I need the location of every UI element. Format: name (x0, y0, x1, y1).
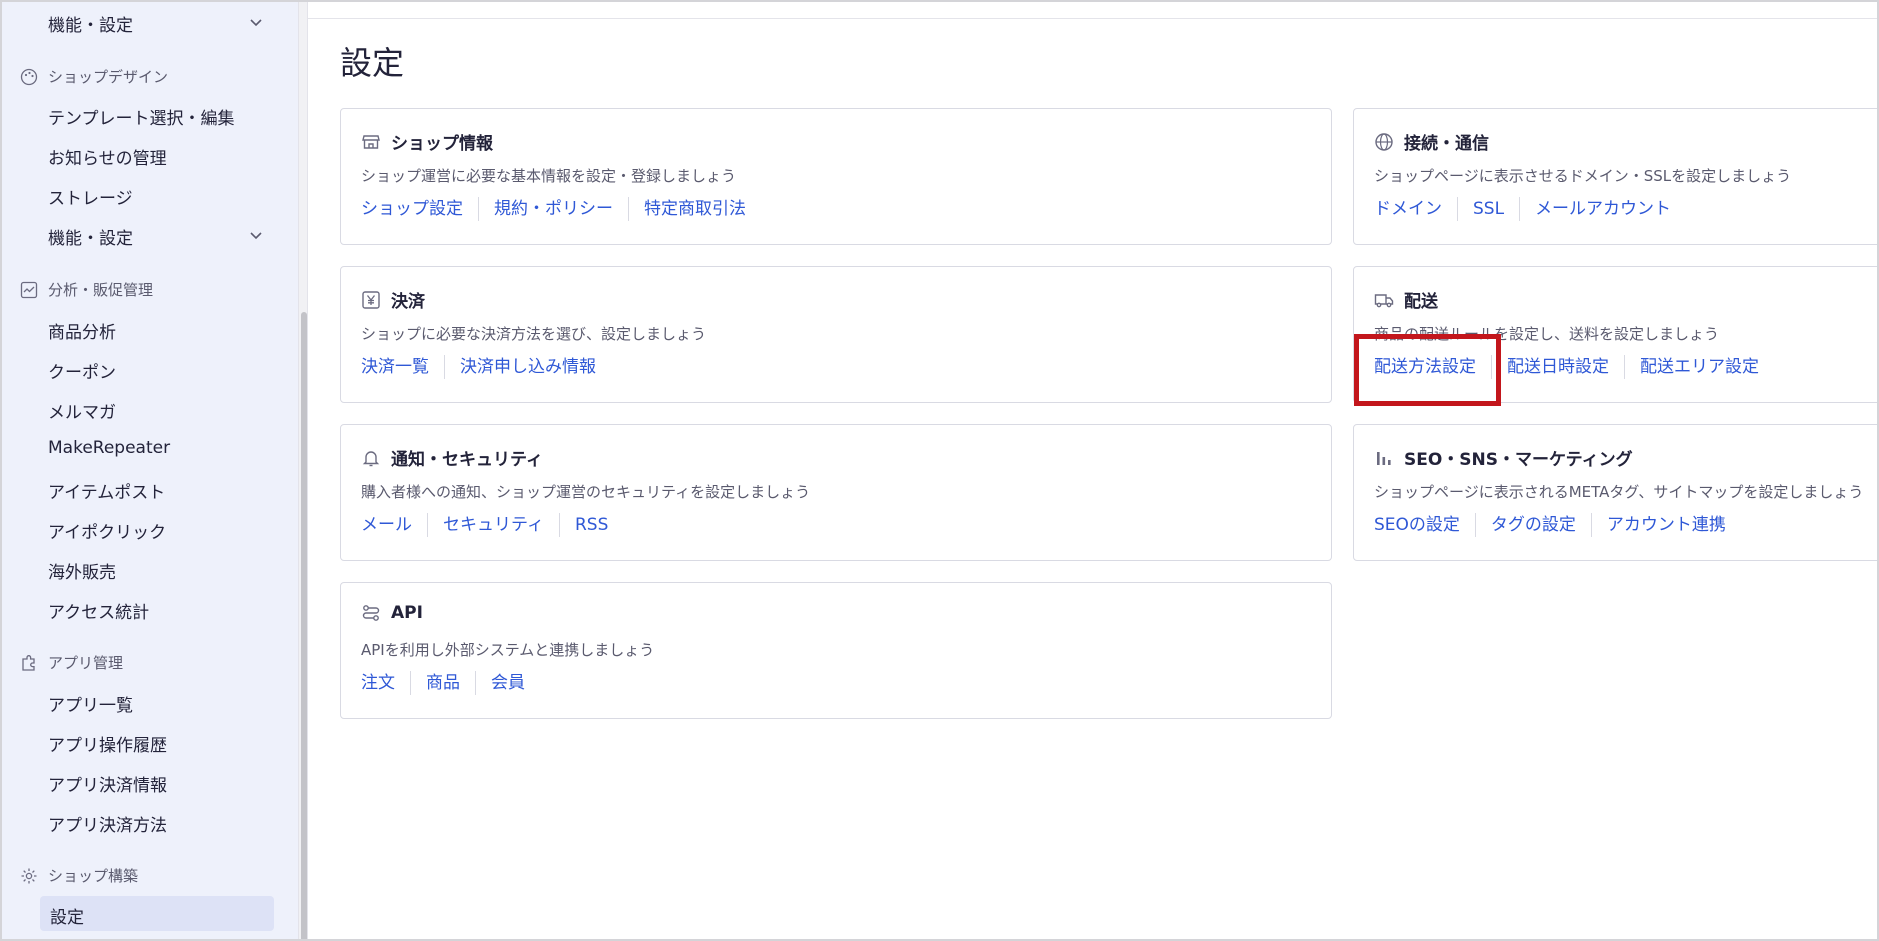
link-ssl[interactable]: SSL (1457, 197, 1519, 221)
card-title: 配送 (1374, 287, 1438, 312)
card-description: ショップ運営に必要な基本情報を設定・登録しましょう (361, 167, 737, 185)
palette-icon (20, 68, 38, 85)
yen-icon (362, 290, 380, 309)
sidebar-item-notices[interactable]: お知らせの管理 (48, 144, 167, 169)
sidebar-item-features-top[interactable]: 機能・設定 (48, 11, 264, 36)
sidebar-item-app-payment-info[interactable]: アプリ決済情報 (48, 771, 167, 796)
link-rss[interactable]: RSS (558, 513, 623, 537)
card-title: API (361, 603, 423, 623)
sidebar-item-coupon[interactable]: クーポン (48, 358, 116, 383)
sidebar-item-itempost[interactable]: アイテムポスト (48, 478, 165, 503)
link-seo-settings[interactable]: SEOの設定 (1374, 513, 1475, 537)
truck-icon (1374, 293, 1394, 307)
sidebar-section-analytics: 分析・販促管理 (20, 279, 153, 300)
link-account-integration[interactable]: アカウント連携 (1590, 513, 1741, 537)
store-icon (362, 134, 380, 149)
link-api-members[interactable]: 会員 (475, 671, 540, 695)
link-tag-settings[interactable]: タグの設定 (1474, 513, 1591, 537)
bar-chart-icon (1377, 451, 1391, 465)
chart-line-icon (20, 281, 38, 298)
card-links: 注文 商品 会員 (361, 671, 540, 695)
card-links: SEOの設定 タグの設定 アカウント連携 (1374, 513, 1741, 537)
sidebar-item-label: 機能・設定 (48, 16, 133, 36)
link-api-orders[interactable]: 注文 (361, 671, 410, 695)
card-seo-sns: SEO・SNS・マーケティング ショップページに表示されるMETAタグ、サイトマ… (1353, 424, 1877, 561)
page-title: 設定 (340, 44, 405, 82)
sidebar-item-app-payment-method[interactable]: アプリ決済方法 (48, 811, 167, 836)
scrollbar-thumb[interactable] (301, 312, 307, 939)
bell-icon (362, 450, 380, 466)
link-api-products[interactable]: 商品 (410, 671, 475, 695)
card-title: SEO・SNS・マーケティング (1374, 445, 1633, 470)
puzzle-icon (22, 654, 35, 671)
sidebar: 機能・設定 ショップデザイン テンプレート選択・編集 お知らせの管理 ストレージ… (2, 2, 298, 939)
chevron-down-icon (250, 232, 262, 240)
link-payment-application[interactable]: 決済申し込み情報 (444, 355, 611, 379)
link-mail[interactable]: メール (361, 513, 427, 537)
main-content: 設定 ショップ情報 ショップ運営に必要な基本情報を設定・登録しましょう ショップ… (308, 2, 1877, 939)
link-tokushoho[interactable]: 特定商取引法 (628, 197, 761, 221)
card-payment: 決済 ショップに必要な決済方法を選び、設定しましょう 決済一覧 決済申し込み情報 (340, 266, 1332, 403)
card-shop-info: ショップ情報 ショップ運営に必要な基本情報を設定・登録しましょう ショップ設定 … (340, 108, 1332, 245)
sidebar-item-access-stats[interactable]: アクセス統計 (48, 598, 149, 623)
card-links: メール セキュリティ RSS (361, 513, 623, 537)
card-description: ショップページに表示させるドメイン・SSLを設定しましょう (1374, 167, 1792, 185)
divider (308, 18, 1877, 19)
sidebar-item-overseas[interactable]: 海外販売 (48, 558, 116, 583)
sidebar-item-app-history[interactable]: アプリ操作履歴 (48, 731, 167, 756)
sidebar-item-template[interactable]: テンプレート選択・編集 (48, 104, 235, 129)
card-api: API APIを利用し外部システムと連携しましょう 注文 商品 会員 (340, 582, 1332, 719)
card-links: ドメイン SSL メールアカウント (1374, 197, 1686, 221)
link-shipping-datetime[interactable]: 配送日時設定 (1491, 355, 1624, 379)
link-security[interactable]: セキュリティ (427, 513, 559, 537)
sidebar-section-shop-design: ショップデザイン (20, 66, 168, 87)
card-title: 接続・通信 (1374, 129, 1489, 154)
api-icon (362, 605, 380, 621)
gear-icon (21, 868, 37, 883)
card-title: 決済 (361, 287, 425, 312)
card-links: ショップ設定 規約・ポリシー 特定商取引法 (361, 197, 761, 221)
sidebar-scrollbar[interactable] (298, 2, 308, 939)
sidebar-section-shop-build: ショップ構築 (20, 865, 138, 886)
highlight-box (1354, 334, 1501, 406)
link-shop-settings[interactable]: ショップ設定 (361, 197, 478, 221)
globe-icon (1375, 132, 1393, 151)
app-window: 機能・設定 ショップデザイン テンプレート選択・編集 お知らせの管理 ストレージ… (0, 0, 1879, 941)
card-notification-security: 通知・セキュリティ 購入者様への通知、ショップ運営のセキュリティを設定しましょう… (340, 424, 1332, 561)
card-description: ショップに必要な決済方法を選び、設定しましょう (361, 325, 707, 343)
link-payment-list[interactable]: 決済一覧 (361, 355, 444, 379)
card-title: ショップ情報 (361, 129, 493, 154)
card-description: ショップページに表示されるMETAタグ、サイトマップを設定しましょう (1374, 483, 1864, 501)
sidebar-item-product-analysis[interactable]: 商品分析 (48, 318, 116, 343)
sidebar-item-makerepeater[interactable]: MakeRepeater (48, 438, 170, 458)
sidebar-item-storage[interactable]: ストレージ (48, 184, 133, 209)
card-connection: 接続・通信 ショップページに表示させるドメイン・SSLを設定しましょう ドメイン… (1353, 108, 1877, 245)
card-title: 通知・セキュリティ (361, 445, 543, 470)
card-links: 決済一覧 決済申し込み情報 (361, 355, 611, 379)
sidebar-item-aipoclick[interactable]: アイポクリック (48, 518, 166, 543)
sidebar-item-mailmag[interactable]: メルマガ (48, 398, 116, 423)
link-domain[interactable]: ドメイン (1374, 197, 1457, 221)
sidebar-section-apps: アプリ管理 (20, 652, 123, 673)
sidebar-item-app-list[interactable]: アプリ一覧 (48, 691, 133, 716)
chevron-down-icon (250, 19, 262, 27)
card-description: 購入者様への通知、ショップ運営のセキュリティを設定しましょう (361, 483, 811, 501)
link-shipping-area[interactable]: 配送エリア設定 (1624, 355, 1774, 379)
link-mail-account[interactable]: メールアカウント (1519, 197, 1686, 221)
sidebar-item-settings[interactable]: 設定 (50, 903, 84, 928)
sidebar-item-features[interactable]: 機能・設定 (48, 224, 264, 249)
link-terms-policy[interactable]: 規約・ポリシー (478, 197, 628, 221)
card-description: APIを利用し外部システムと連携しましょう (361, 641, 655, 659)
